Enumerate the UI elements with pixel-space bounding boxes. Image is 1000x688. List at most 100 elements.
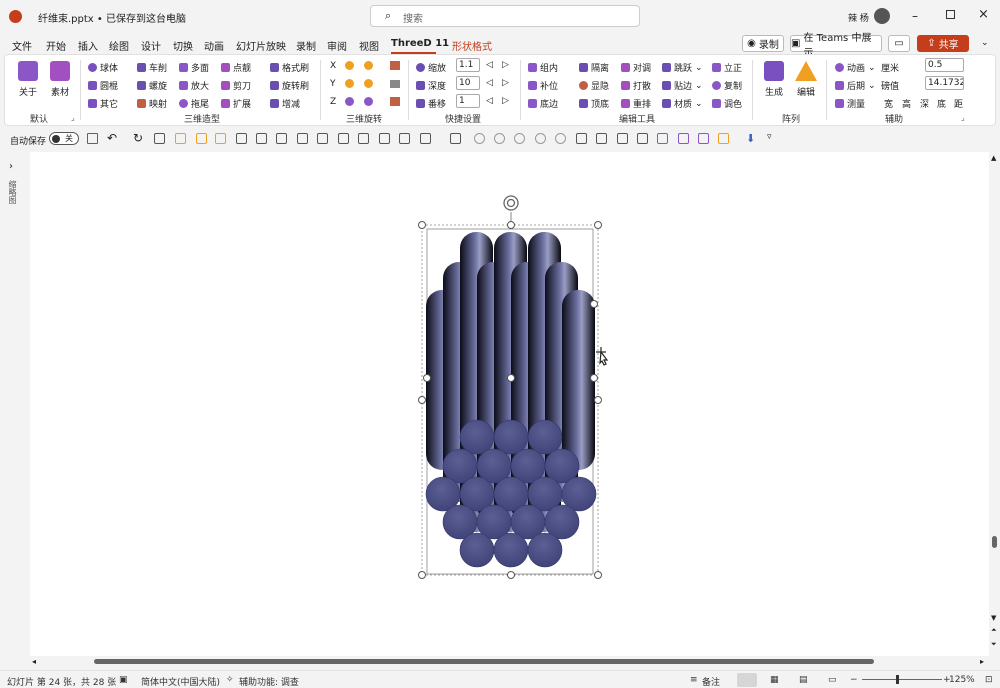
spiral-button[interactable]: 螺旋	[137, 79, 167, 92]
tab-home[interactable]: 开始	[46, 38, 66, 53]
scroll-up-icon[interactable]: ▲	[991, 154, 996, 162]
rod-button[interactable]: 圆棍	[88, 79, 118, 92]
tool-icon[interactable]	[657, 133, 668, 144]
rotate-brush-button[interactable]: 旋转刷	[270, 79, 309, 92]
dialog-launcher-icon[interactable]: ⌟	[71, 113, 75, 122]
expand-panel-icon[interactable]: ›	[9, 161, 13, 172]
tool-icon[interactable]	[596, 133, 607, 144]
tool-icon[interactable]	[215, 133, 226, 144]
decrease-shift-icon[interactable]: ◁	[486, 96, 493, 106]
tool-icon[interactable]	[317, 133, 328, 144]
search-box[interactable]: ⌕ 搜索	[370, 5, 640, 27]
bottom-dim-button[interactable]: 底	[937, 97, 946, 110]
resize-handle[interactable]	[594, 221, 602, 229]
fiber-bundle-shape[interactable]	[30, 152, 990, 658]
animation-button[interactable]: 动画 ⌄	[835, 61, 876, 74]
rotation-panel-icon[interactable]	[390, 61, 400, 70]
show-hide-button[interactable]: 显隐	[579, 79, 609, 92]
cm-input[interactable]: 0.5	[925, 58, 964, 72]
depth-dim-button[interactable]: 深	[920, 97, 929, 110]
tab-view[interactable]: 视图	[359, 38, 379, 53]
rotate-z-plus-icon[interactable]	[345, 97, 354, 106]
normal-view-icon[interactable]	[737, 673, 757, 687]
map-button[interactable]: 映射	[137, 97, 167, 110]
language-status[interactable]: 简体中文(中国大陆)	[141, 675, 220, 688]
measure-button[interactable]: 测量	[835, 97, 865, 110]
customize-qat-icon[interactable]: ▿	[767, 132, 772, 142]
horizontal-scrollbar[interactable]: ◂ ▸	[30, 656, 990, 668]
tool-icon[interactable]	[154, 133, 165, 144]
tab-review[interactable]: 审阅	[327, 38, 347, 53]
file-title[interactable]: 纤维束.pptx • 已保存到这台电脑	[38, 10, 186, 25]
zoom-out-icon[interactable]: −	[850, 675, 858, 685]
enlarge-button[interactable]: 放大	[179, 79, 209, 92]
scroll-down-icon[interactable]: ▼	[991, 614, 996, 622]
chevron-down-icon[interactable]: ⌄	[166, 11, 173, 20]
rotation-flat-icon[interactable]	[390, 80, 400, 88]
slideshow-icon[interactable]: ▭	[828, 675, 837, 685]
other-button[interactable]: 其它	[88, 97, 118, 110]
tool-icon[interactable]	[276, 133, 287, 144]
increase-shift-icon[interactable]: ▷	[502, 96, 509, 106]
maximize-icon[interactable]	[946, 10, 955, 19]
resize-handle[interactable]	[507, 571, 515, 579]
tool-icon[interactable]	[256, 133, 267, 144]
isolate-button[interactable]: 隔离	[579, 61, 609, 74]
record-button[interactable]: ◉ 录制	[742, 35, 784, 52]
user-name[interactable]: 辣 杨	[848, 11, 869, 24]
post-button[interactable]: 后期 ⌄	[835, 79, 876, 92]
tool-icon[interactable]	[494, 133, 505, 144]
height-button[interactable]: 高	[902, 97, 911, 110]
assets-icon[interactable]	[50, 61, 70, 81]
rotate-z-minus-icon[interactable]	[364, 97, 373, 106]
vertical-scrollbar[interactable]: ▲ ▼ ⏶ ⏷	[989, 152, 1000, 658]
tool-icon[interactable]	[175, 133, 186, 144]
rotate-y-plus-icon[interactable]	[345, 79, 354, 88]
about-icon[interactable]	[18, 61, 38, 81]
tab-insert[interactable]: 插入	[78, 38, 98, 53]
tab-design[interactable]: 设计	[141, 38, 161, 53]
tab-record[interactable]: 录制	[296, 38, 316, 53]
resize-handle[interactable]	[507, 374, 515, 382]
increase-depth-icon[interactable]: ▷	[502, 78, 509, 88]
tool-icon[interactable]	[474, 133, 485, 144]
tool-icon[interactable]	[617, 133, 628, 144]
spellcheck-icon[interactable]: ▣	[119, 675, 128, 685]
rotate-handle-icon[interactable]	[503, 195, 519, 211]
resize-handle[interactable]	[418, 221, 426, 229]
dialog-launcher-icon[interactable]: ⌟	[961, 113, 965, 122]
generate-label[interactable]: 生成	[765, 85, 783, 98]
resize-handle[interactable]	[594, 571, 602, 579]
pound-input[interactable]: 14.17323	[925, 76, 964, 90]
prev-slide-icon[interactable]: ⏶	[991, 626, 997, 635]
polyhedron-button[interactable]: 多面	[179, 61, 209, 74]
scroll-thumb[interactable]	[94, 659, 874, 664]
trail-button[interactable]: 拖尾	[179, 97, 209, 110]
comment-button[interactable]: ▭	[888, 35, 910, 52]
rearrange-button[interactable]: 重排	[621, 97, 651, 110]
reading-view-icon[interactable]: ▤	[799, 675, 808, 685]
width-button[interactable]: 宽	[884, 97, 893, 110]
zoom-input[interactable]: 1.1	[456, 58, 480, 72]
swap-button[interactable]: 对调	[621, 61, 651, 74]
group-inner-button[interactable]: 组内	[528, 61, 558, 74]
generate-icon[interactable]	[764, 61, 784, 81]
rotation-flag-icon[interactable]	[390, 97, 400, 106]
ribbon-collapse-icon[interactable]: ⌄	[981, 38, 989, 48]
copy-button[interactable]: 复制	[712, 79, 742, 92]
minimize-icon[interactable]: –	[912, 9, 918, 23]
edit-array-label[interactable]: 编辑	[797, 85, 815, 98]
tab-file[interactable]: 文件	[12, 38, 32, 53]
tool-icon[interactable]	[555, 133, 566, 144]
tool-icon[interactable]	[576, 133, 587, 144]
tool-icon[interactable]	[196, 133, 207, 144]
rotate-x-plus-icon[interactable]	[345, 61, 354, 70]
break-apart-button[interactable]: 打散	[621, 79, 651, 92]
resize-handle[interactable]	[418, 571, 426, 579]
slide-canvas[interactable]	[30, 152, 990, 658]
fill-gap-button[interactable]: 补位	[528, 79, 558, 92]
zoom-slider-knob[interactable]	[896, 675, 899, 684]
ball-button[interactable]: 球体	[88, 61, 118, 74]
top-bottom-button[interactable]: 顶底	[579, 97, 609, 110]
tool-icon[interactable]	[420, 133, 431, 144]
